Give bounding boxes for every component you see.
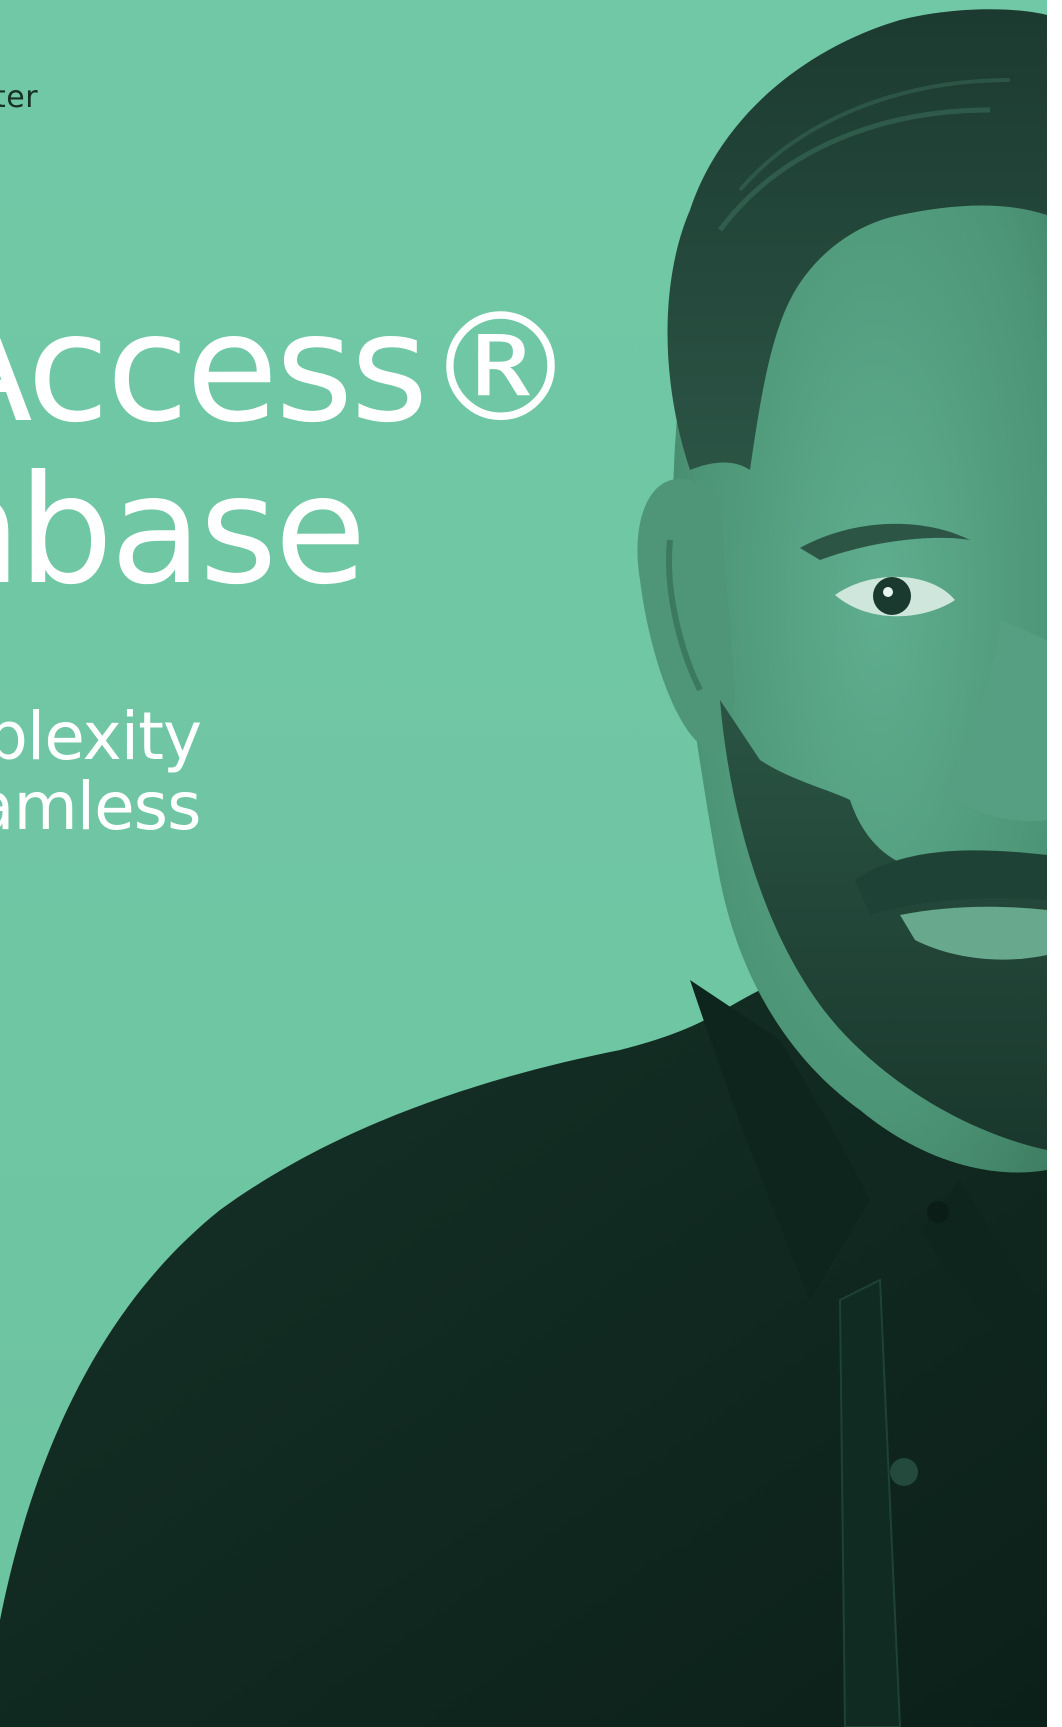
cover-headline: Access® nbase [0, 282, 576, 618]
page-edge [1047, 0, 1062, 1727]
headline-line-2: nbase [0, 444, 367, 618]
cover-subline: plexity amless [0, 698, 202, 845]
subline-line-1: plexity [0, 698, 202, 775]
cover-eyebrow-text: ter [0, 80, 39, 115]
portrait-ear [637, 478, 735, 751]
portrait-button-0 [927, 1201, 949, 1223]
portrait-photo [0, 9, 1047, 1727]
portrait-button-1 [890, 1458, 918, 1486]
cover-page: ter Access® nbase plexity amless [0, 0, 1047, 1727]
headline-line-1: Access® [0, 282, 576, 456]
subline-line-2: amless [0, 768, 201, 845]
